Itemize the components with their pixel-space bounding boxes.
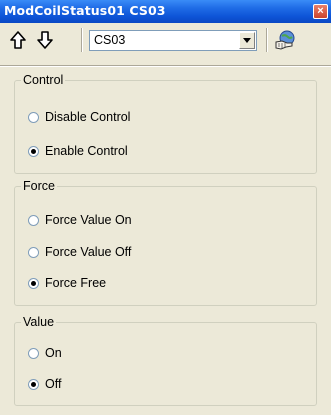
- radio-button[interactable]: [28, 146, 39, 157]
- toolbar-divider: [0, 65, 331, 67]
- control-group-label: Control: [21, 73, 66, 87]
- chevron-down-icon: [243, 38, 251, 43]
- arrow-up-icon[interactable]: [9, 30, 27, 53]
- globe-hand-icon[interactable]: [273, 28, 299, 55]
- toolbar-separator: [266, 28, 268, 52]
- radio-label: Force Free: [45, 276, 107, 290]
- toolbar-separator: [81, 28, 83, 52]
- radio-label: Force Value Off: [45, 245, 132, 259]
- force-group-label: Force: [21, 179, 57, 193]
- title-bar[interactable]: ModCoilStatus01 CS03 ×: [0, 0, 331, 23]
- close-button[interactable]: ×: [313, 4, 328, 19]
- control-group: Control: [14, 73, 317, 174]
- dropdown-arrow-button[interactable]: [239, 32, 255, 49]
- radio-label: Force Value On: [45, 213, 132, 227]
- radio-label: On: [45, 346, 62, 360]
- close-icon: ×: [317, 5, 324, 17]
- radio-button[interactable]: [28, 278, 39, 289]
- radio-button[interactable]: [28, 215, 39, 226]
- radio-label: Enable Control: [45, 144, 128, 158]
- radio-button[interactable]: [28, 348, 39, 359]
- window-title: ModCoilStatus01 CS03: [4, 3, 166, 18]
- value-group-label: Value: [21, 315, 57, 329]
- point-select-value: CS03: [94, 33, 126, 47]
- radio-button[interactable]: [28, 247, 39, 258]
- radio-button[interactable]: [28, 112, 39, 123]
- radio-label: Disable Control: [45, 110, 131, 124]
- radio-label: Off: [45, 377, 62, 391]
- radio-button[interactable]: [28, 379, 39, 390]
- value-group: Value: [14, 315, 317, 406]
- point-select[interactable]: CS03: [89, 30, 257, 51]
- arrow-down-icon[interactable]: [36, 30, 54, 53]
